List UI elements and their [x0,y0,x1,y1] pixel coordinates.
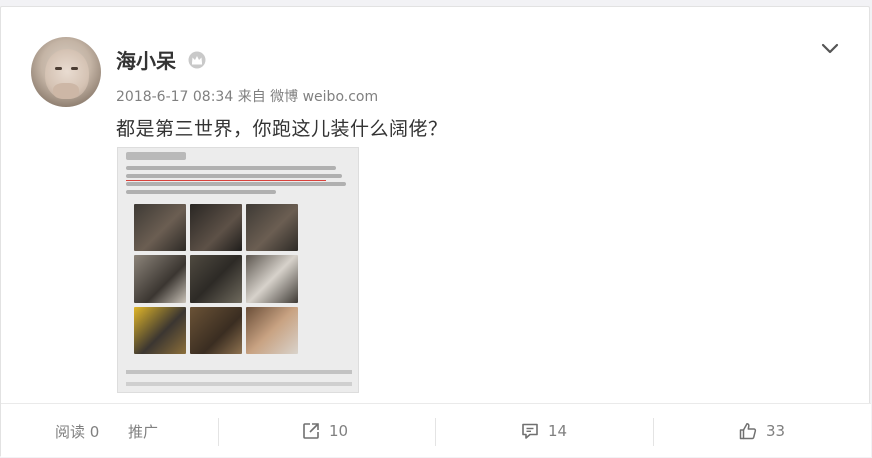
thumb-underline [126,180,326,181]
post-image-thumbnail[interactable] [117,147,359,393]
post-meta: 2018-6-17 08:34 来自 微博 weibo.com [116,89,379,105]
comment-icon [522,423,538,439]
avatar[interactable] [31,37,101,107]
username[interactable]: 海小呆 [116,45,176,74]
like-button[interactable]: 33 [738,404,785,458]
thumbs-up-icon [739,423,757,440]
action-divider [218,418,219,446]
thumb-footer-line [126,370,352,374]
avatar-eye-right [71,67,78,70]
read-count: 阅读 0 [55,404,99,458]
action-divider [653,418,654,446]
thumb-header [126,152,186,160]
thumb-grid-cell [134,306,186,354]
thumb-text-line [126,182,346,186]
crown-icon[interactable] [188,51,206,69]
thumb-text-line [126,166,336,170]
thumb-grid-cell [190,306,242,354]
thumb-grid-cell [246,204,298,252]
avatar-eye-left [55,67,62,70]
action-divider [435,418,436,446]
thumb-grid-cell [246,255,298,303]
thumb-grid-cell [190,255,242,303]
thumb-image-grid [134,204,298,354]
forward-count: 10 [329,422,349,440]
thumb-text-line [126,190,276,194]
thumb-footer-line [126,382,352,386]
thumb-grid-cell [134,204,186,252]
post-action-bar: 阅读 0 推广 10 14 33 [1,403,871,457]
thumb-grid-cell [134,255,186,303]
share-icon [303,423,319,439]
thumb-text-line [126,174,342,178]
like-count: 33 [766,422,786,440]
thumb-grid-cell [246,306,298,354]
thumb-grid-cell [190,204,242,252]
chevron-down-icon[interactable] [819,37,841,59]
promote-label: 推广 [128,422,159,441]
comment-count: 14 [548,422,568,440]
read-count-label: 阅读 0 [55,422,100,441]
forward-button[interactable]: 10 [301,404,348,458]
promote-button[interactable]: 推广 [128,404,158,458]
avatar-hand [53,83,79,99]
weibo-post-card: 海小呆 2018-6-17 08:34 来自 微博 weibo.com 都是第三… [0,6,871,457]
comment-button[interactable]: 14 [520,404,567,458]
post-text: 都是第三世界，你跑这儿装什么阔佬？ [116,118,448,140]
